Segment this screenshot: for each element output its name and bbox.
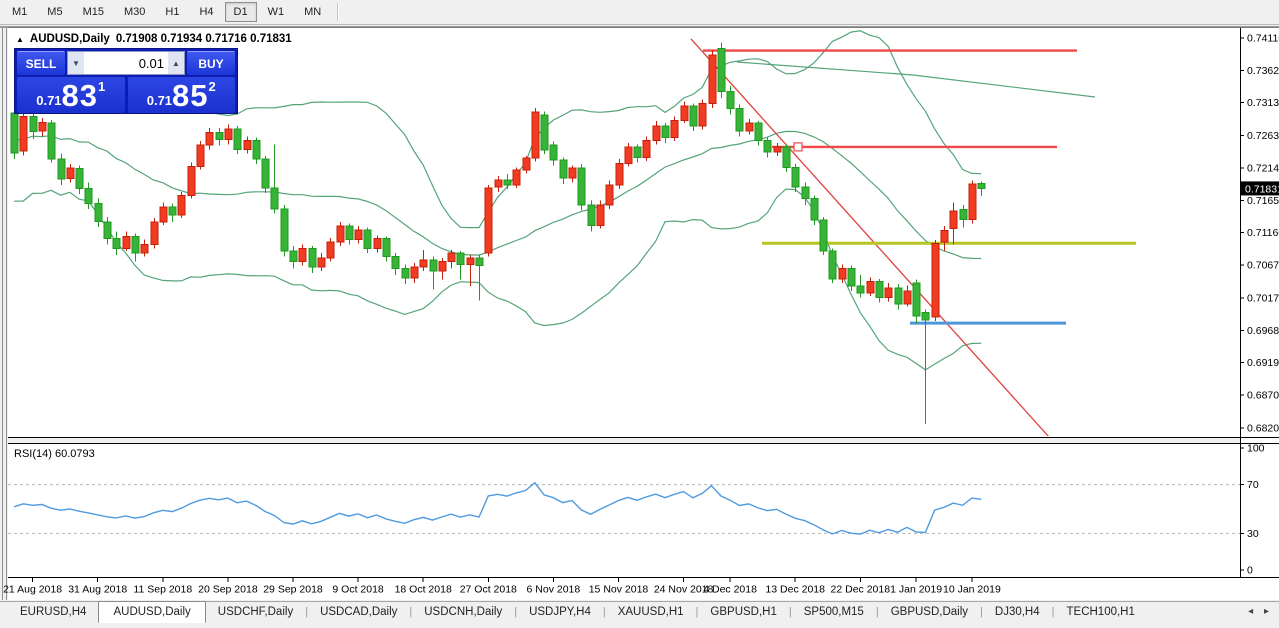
price-tick-label: 0.74110 <box>1247 33 1279 45</box>
sell-price-base: 0.71 <box>36 93 61 108</box>
chart-tab-usdcad-daily[interactable]: USDCAD,Daily <box>308 602 409 622</box>
rsi-plot-area <box>8 443 1240 577</box>
price-tick-label: 0.68700 <box>1247 390 1279 402</box>
buy-price-pips: 85 <box>172 81 208 111</box>
price-tick-label: 0.72630 <box>1247 130 1279 142</box>
price-tick-label: 0.69680 <box>1247 325 1279 337</box>
time-tick-label: 4 Dec 2018 <box>703 584 757 596</box>
price-tick-label: 0.71160 <box>1247 227 1279 239</box>
time-tick-label: 29 Sep 2018 <box>263 584 323 596</box>
time-tick-label: 15 Nov 2018 <box>589 584 649 596</box>
time-tick-label: 31 Aug 2018 <box>68 584 127 596</box>
rsi-tick-label: 30 <box>1247 528 1259 540</box>
sell-price-pips: 83 <box>62 81 98 111</box>
chart-tab-usdchf-daily[interactable]: USDCHF,Daily <box>206 602 305 622</box>
buy-price-display[interactable]: 0.71 85 2 <box>128 77 236 113</box>
time-tick-label: 13 Dec 2018 <box>765 584 825 596</box>
time-tick-label: 27 Oct 2018 <box>460 584 517 596</box>
time-tick-label: 11 Sep 2018 <box>133 584 192 596</box>
price-tick-label: 0.73130 <box>1247 97 1279 109</box>
chart-tab-eurusd-h4[interactable]: EURUSD,H4 <box>8 602 98 622</box>
collapse-panel-icon[interactable]: ▲ <box>16 35 24 44</box>
buy-price-base: 0.71 <box>147 93 172 108</box>
price-tick-label: 0.70670 <box>1247 260 1279 272</box>
price-tick-label: 0.71650 <box>1247 195 1279 207</box>
buy-button[interactable]: BUY <box>187 51 235 75</box>
volume-decrease-icon[interactable]: ▼ <box>68 52 84 74</box>
chart-tab-dj30-h4[interactable]: DJ30,H4 <box>983 602 1052 622</box>
line-anchor-handle[interactable] <box>794 143 802 151</box>
chart-header: ▲ AUDUSD,Daily 0.71908 0.71934 0.71716 0… <box>16 33 292 45</box>
price-tick-label: 0.70170 <box>1247 293 1279 305</box>
time-tick-label: 9 Oct 2018 <box>332 584 384 596</box>
chart-tab-tech100-h1[interactable]: TECH100,H1 <box>1055 602 1147 622</box>
symbol-title: AUDUSD,Daily <box>30 33 110 45</box>
chart-tab-usdjpy-h4[interactable]: USDJPY,H4 <box>517 602 603 622</box>
chart-tab-gbpusd-h1[interactable]: GBPUSD,H1 <box>698 602 788 622</box>
rsi-tick-label: 0 <box>1247 565 1253 577</box>
time-tick-label: 10 Jan 2019 <box>943 584 1001 596</box>
time-tick-label: 20 Sep 2018 <box>198 584 258 596</box>
rsi-tick-label: 70 <box>1247 479 1259 491</box>
rsi-tick-label: 100 <box>1247 443 1265 455</box>
price-tick-label: 0.72140 <box>1247 163 1279 175</box>
chart-tab-gbpusd-daily[interactable]: GBPUSD,Daily <box>879 602 980 622</box>
time-tick-label: 18 Oct 2018 <box>395 584 452 596</box>
price-tick-label: 0.73620 <box>1247 65 1279 77</box>
one-click-trading-panel: SELL ▼ 0.01 ▲ BUY 0.71 83 1 0.71 85 2 <box>14 48 238 114</box>
time-tick-label: 6 Nov 2018 <box>527 584 581 596</box>
chart-tab-xauusd-h1[interactable]: XAUUSD,H1 <box>606 602 696 622</box>
price-tick-label: 0.69190 <box>1247 357 1279 369</box>
buy-price-point: 2 <box>209 79 216 94</box>
time-tick-label: 22 Dec 2018 <box>831 584 891 596</box>
chart-tab-audusd-daily[interactable]: AUDUSD,Daily <box>98 601 205 623</box>
volume-increase-icon[interactable]: ▲ <box>168 52 184 74</box>
volume-input[interactable]: 0.01 <box>84 52 168 74</box>
time-tick-label: 21 Aug 2018 <box>3 584 62 596</box>
chart-tab-usdcnh-daily[interactable]: USDCNH,Daily <box>412 602 514 622</box>
rsi-indicator-label: RSI(14) 60.0793 <box>14 448 95 460</box>
current-price-value: 0.71831 <box>1245 183 1279 195</box>
time-tick-label: 1 Jan 2019 <box>890 584 942 596</box>
ohlc-readout: 0.71908 0.71934 0.71716 0.71831 <box>116 33 292 45</box>
sell-price-point: 1 <box>98 79 105 94</box>
chart-tab-sp500-m15[interactable]: SP500,M15 <box>792 602 876 622</box>
tab-scroll-arrows[interactable]: ◂ ▸ <box>1248 606 1273 617</box>
terminal-window: M1M5M15M30H1H4D1W1MN 0.741100.736200.731… <box>0 0 1279 628</box>
sell-button[interactable]: SELL <box>17 51 65 75</box>
volume-field: ▼ 0.01 ▲ <box>67 51 185 75</box>
chart-tab-bar: EURUSD,H4AUDUSD,DailyUSDCHF,Daily|USDCAD… <box>0 601 1279 628</box>
sell-price-display[interactable]: 0.71 83 1 <box>17 77 125 113</box>
price-tick-label: 0.68200 <box>1247 423 1279 435</box>
